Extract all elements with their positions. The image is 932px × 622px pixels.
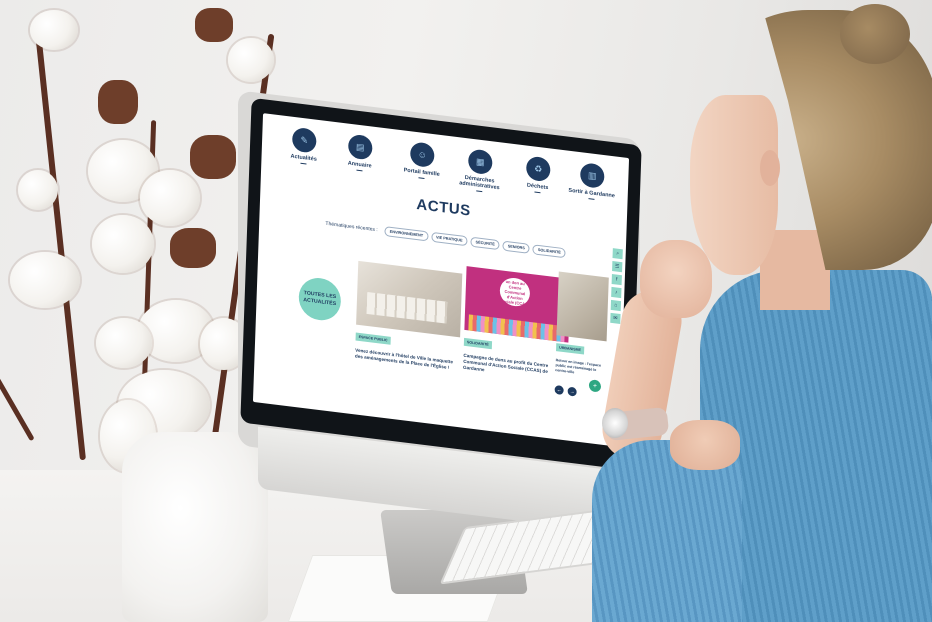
nav-item-demarches[interactable]: ▦ Démarches administratives <box>449 146 510 195</box>
nav-underline <box>418 177 425 179</box>
cotton-boll <box>140 170 200 226</box>
mail-icon[interactable]: ✉ <box>610 312 621 325</box>
nav-underline <box>534 191 541 194</box>
cotton-branch <box>34 22 86 461</box>
cotton-pod <box>190 135 236 179</box>
add-button[interactable]: + <box>588 379 602 393</box>
woman-hand-on-mouse <box>670 420 740 470</box>
nav-item-sortir[interactable]: ▥ Sortir à Gardanne <box>561 160 622 203</box>
facebook-icon[interactable]: f <box>611 273 622 286</box>
theme-chip[interactable]: SÉCURITÉ <box>470 236 500 251</box>
cotton-boll <box>92 215 154 273</box>
theme-chip[interactable]: VIE PRATIQUE <box>430 231 468 247</box>
cotton-pod <box>195 8 233 42</box>
trash-icon: ♻ <box>525 155 551 183</box>
nav-underline <box>588 198 595 200</box>
watch-icon <box>602 408 628 438</box>
themes-label: Thématiques récentes : <box>325 220 378 234</box>
news-card-image <box>556 271 609 342</box>
nav-item-portail-famille[interactable]: ☺ Portail famille <box>391 139 452 182</box>
news-card[interactable]: URBANISME Retour en image : l'espace pub… <box>555 271 609 379</box>
theme-chip[interactable]: SENIORS <box>502 240 531 254</box>
document-icon: ▦ <box>467 148 493 176</box>
nav-item-actualites[interactable]: ✎ Actualités <box>273 125 334 168</box>
news-card[interactable]: un don au Centre Communal d'Action Socia… <box>463 266 571 383</box>
nav-underline <box>356 169 363 172</box>
all-news-label: TOUTES LES ACTUALITÉS <box>303 290 337 308</box>
news-card-image: un don au Centre Communal d'Action Socia… <box>464 266 571 343</box>
desktop-monitor: ✎ Actualités ▤ Annuaire ☺ Portail famill… <box>238 90 642 594</box>
woman-face <box>690 95 778 275</box>
megaphone-icon: ✎ <box>291 126 317 154</box>
cotton-boll <box>228 38 274 82</box>
bubble-text: un don au Centre Communal d'Action Socia… <box>499 278 530 307</box>
all-news-button[interactable]: TOUTES LES ACTUALITÉS <box>298 275 342 323</box>
cotton-pod <box>98 80 138 124</box>
book-icon: ▤ <box>347 133 373 161</box>
calendar-icon: ▥ <box>579 162 605 189</box>
menu-icon[interactable]: ☰ <box>612 261 623 273</box>
search-icon[interactable]: ⌕ <box>612 248 623 260</box>
woman-ear <box>760 150 780 186</box>
woman-hand-at-chin <box>640 240 712 318</box>
home-icon[interactable]: ⌂ <box>610 299 622 312</box>
speech-bubble: un don au Centre Communal d'Action Socia… <box>499 276 531 308</box>
photo-scene: ✎ Actualités ▤ Annuaire ☺ Portail famill… <box>0 0 932 622</box>
cotton-boll <box>10 252 80 308</box>
nav-underline <box>476 190 483 193</box>
nav-underline <box>300 162 307 165</box>
nav-item-annuaire[interactable]: ▤ Annuaire <box>329 131 390 174</box>
theme-chip[interactable]: ENVIRONNEMENT <box>384 226 429 242</box>
cotton-boll <box>96 318 152 368</box>
cotton-pod <box>170 228 216 268</box>
music-icon[interactable]: ♪ <box>611 286 622 299</box>
news-card-tag: SOLIDARITÉ <box>463 337 492 350</box>
next-arrow-icon[interactable]: → <box>567 386 577 397</box>
raised-hands-graphic <box>468 314 565 343</box>
news-card[interactable]: ESPACE PUBLIC Venez découvrir à l'hôtel … <box>354 260 463 372</box>
cotton-boll <box>30 10 78 50</box>
nav-label: Démarches administratives <box>459 174 500 192</box>
hair-bun <box>840 4 910 64</box>
family-icon: ☺ <box>409 141 435 169</box>
news-card-tag: ESPACE PUBLIC <box>355 332 391 345</box>
news-card-image <box>356 260 463 338</box>
nav-item-dechets[interactable]: ♻ Déchets <box>507 153 568 196</box>
website-screen: ✎ Actualités ▤ Annuaire ☺ Portail famill… <box>252 113 630 447</box>
cotton-boll <box>18 170 58 210</box>
prev-arrow-icon[interactable]: ← <box>554 384 564 396</box>
news-card-tag: URBANISME <box>556 343 585 355</box>
news-card-title: Venez découvrir à l'hôtel de Ville la ma… <box>354 347 454 371</box>
theme-chip[interactable]: SOLIDARITÉ <box>532 244 567 259</box>
news-card-title: Campagne de dons au profit du Centre Com… <box>462 352 549 375</box>
